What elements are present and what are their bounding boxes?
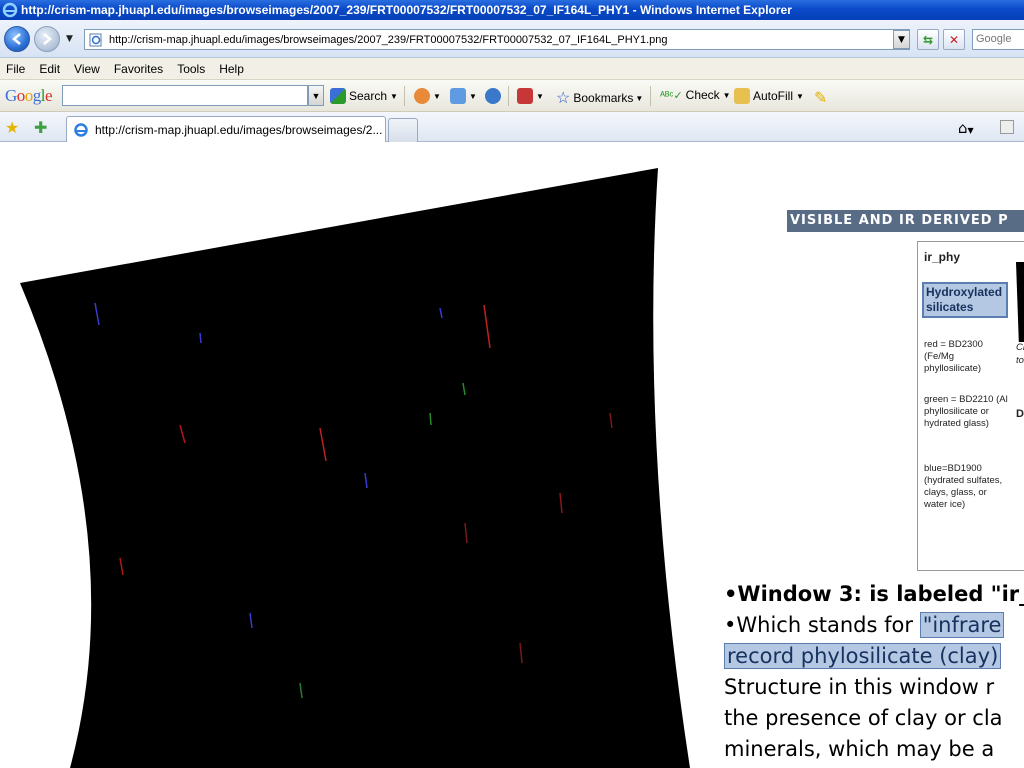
bullet-window-3: •Window 3: is labeled "ir_ bbox=[724, 582, 1024, 606]
bullet-stands-for: •Which stands for "infrare bbox=[724, 610, 1024, 641]
legend-right-text-3: Do bbox=[1016, 408, 1024, 420]
highlighter-button[interactable]: ✎ bbox=[814, 88, 827, 108]
tab-bar: ★ ✚ http://crism-map.jhuapl.edu/images/b… bbox=[0, 112, 1024, 142]
search-placeholder: Google bbox=[976, 33, 1012, 45]
page-icon bbox=[89, 33, 102, 46]
highlight-infrared: "infrare bbox=[919, 612, 1005, 638]
menu-bar: File Edit View Favorites Tools Help bbox=[0, 58, 1024, 80]
google-search-button[interactable]: Search ▼ bbox=[330, 88, 398, 104]
legend-green: green = BD2210 (Al phyllosilicate or hyd… bbox=[924, 394, 1008, 429]
stop-button[interactable]: ✕ bbox=[943, 29, 965, 50]
legend-right-graphic bbox=[1016, 262, 1024, 342]
spellcheck-icon: ᴬᴮᶜ✓ bbox=[660, 89, 683, 102]
bullet-line-4: Structure in this window r bbox=[724, 675, 995, 699]
popup-blocker-icon bbox=[517, 88, 533, 104]
legend-red: red = BD2300 (Fe/Mg phyllosilicate) bbox=[924, 339, 983, 374]
autofill-button[interactable]: AutoFill ▼ bbox=[734, 88, 804, 104]
ie-tab-icon bbox=[74, 122, 88, 137]
add-favorites-icon[interactable]: ✚ bbox=[34, 118, 47, 137]
google-toolbar: Google ▼ Search ▼ ▼ ▼ ▼ ☆ Bookmarks ▼ ᴬᴮᶜ✓… bbox=[0, 80, 1024, 112]
forward-arrow-icon bbox=[43, 33, 52, 45]
refresh-icon: ⇆ bbox=[922, 32, 934, 47]
highlighter-icon: ✎ bbox=[814, 90, 828, 107]
legend-right-text-2: to bbox=[1016, 355, 1024, 366]
google-search-input[interactable] bbox=[62, 85, 308, 106]
news-icon bbox=[414, 88, 430, 104]
sidewiki-button[interactable] bbox=[485, 88, 504, 104]
tab-active[interactable]: http://crism-map.jhuapl.edu/images/brows… bbox=[66, 116, 386, 142]
stop-icon: ✕ bbox=[948, 32, 960, 47]
slide-panel-header: VISIBLE AND IR DERIVED P bbox=[787, 210, 1024, 232]
ie-logo-icon bbox=[2, 2, 18, 18]
legend-title: ir_phy bbox=[924, 250, 961, 264]
bookmarks-star-icon: ☆ bbox=[556, 90, 571, 107]
menu-file[interactable]: File bbox=[6, 62, 25, 76]
popup-blocker-button[interactable]: ▼ bbox=[517, 88, 544, 104]
tab-label: http://crism-map.jhuapl.edu/images/brows… bbox=[95, 122, 383, 137]
menu-favorites[interactable]: Favorites bbox=[114, 62, 163, 76]
page-content: VISIBLE AND IR DERIVED P ir_phy Hydroxyl… bbox=[0, 143, 1024, 768]
legend-blue: blue=BD1900 (hydrated sulfates, clays, g… bbox=[924, 463, 1003, 510]
google-search-dropdown[interactable]: ▼ bbox=[308, 85, 324, 106]
highlight-record-phylosilicate: record phylosilicate (clay) bbox=[724, 643, 1002, 669]
bullet-line-6: minerals, which may be a bbox=[724, 737, 995, 761]
address-dropdown-button[interactable]: ▼ bbox=[893, 30, 910, 49]
legend-highlight: Hydroxylated silicates bbox=[922, 282, 1008, 318]
refresh-button[interactable]: ⇆ bbox=[917, 29, 939, 50]
bookmarks-button[interactable]: ☆ Bookmarks ▼ bbox=[556, 88, 643, 108]
mars-image bbox=[20, 168, 690, 768]
home-icon[interactable]: ⌂▼ bbox=[958, 119, 974, 137]
window-title: http://crism-map.jhuapl.edu/images/brows… bbox=[21, 3, 792, 17]
search-input[interactable]: Google bbox=[972, 29, 1024, 50]
menu-help[interactable]: Help bbox=[219, 62, 244, 76]
puzzle-button[interactable]: ▼ bbox=[450, 88, 477, 104]
sidewiki-icon bbox=[485, 88, 501, 104]
new-tab-button[interactable] bbox=[388, 118, 418, 142]
bullet-line-3: record phylosilicate (clay) bbox=[724, 641, 1024, 672]
back-button[interactable] bbox=[4, 26, 30, 52]
address-input[interactable]: http://crism-map.jhuapl.edu/images/brows… bbox=[84, 29, 910, 50]
favorites-star-icon[interactable]: ★ bbox=[5, 118, 19, 137]
puzzle-icon bbox=[450, 88, 466, 104]
window-title-bar: http://crism-map.jhuapl.edu/images/brows… bbox=[0, 0, 1024, 20]
legend-box: ir_phy Hydroxylated silicates red = BD23… bbox=[917, 241, 1024, 571]
spellcheck-button[interactable]: ᴬᴮᶜ✓ Check ▼ bbox=[660, 88, 731, 102]
legend-right-text-1: Cl bbox=[1016, 342, 1024, 353]
menu-tools[interactable]: Tools bbox=[177, 62, 205, 76]
slide-bullets: •Window 3: is labeled "ir_ •Which stands… bbox=[724, 579, 1024, 765]
bullet-line-5: the presence of clay or cla bbox=[724, 706, 1003, 730]
feeds-icon[interactable] bbox=[1000, 120, 1014, 134]
address-url: http://crism-map.jhuapl.edu/images/brows… bbox=[109, 33, 668, 46]
history-dropdown-icon[interactable]: ▼ bbox=[66, 34, 73, 44]
back-arrow-icon bbox=[12, 33, 21, 45]
google-logo[interactable]: Google bbox=[5, 86, 53, 106]
google-search-icon bbox=[330, 88, 346, 104]
menu-edit[interactable]: Edit bbox=[39, 62, 60, 76]
news-button[interactable]: ▼ bbox=[414, 88, 441, 104]
menu-view[interactable]: View bbox=[74, 62, 100, 76]
autofill-icon bbox=[734, 88, 750, 104]
address-bar-row: ▼ http://crism-map.jhuapl.edu/images/bro… bbox=[0, 20, 1024, 58]
forward-button[interactable] bbox=[34, 26, 60, 52]
